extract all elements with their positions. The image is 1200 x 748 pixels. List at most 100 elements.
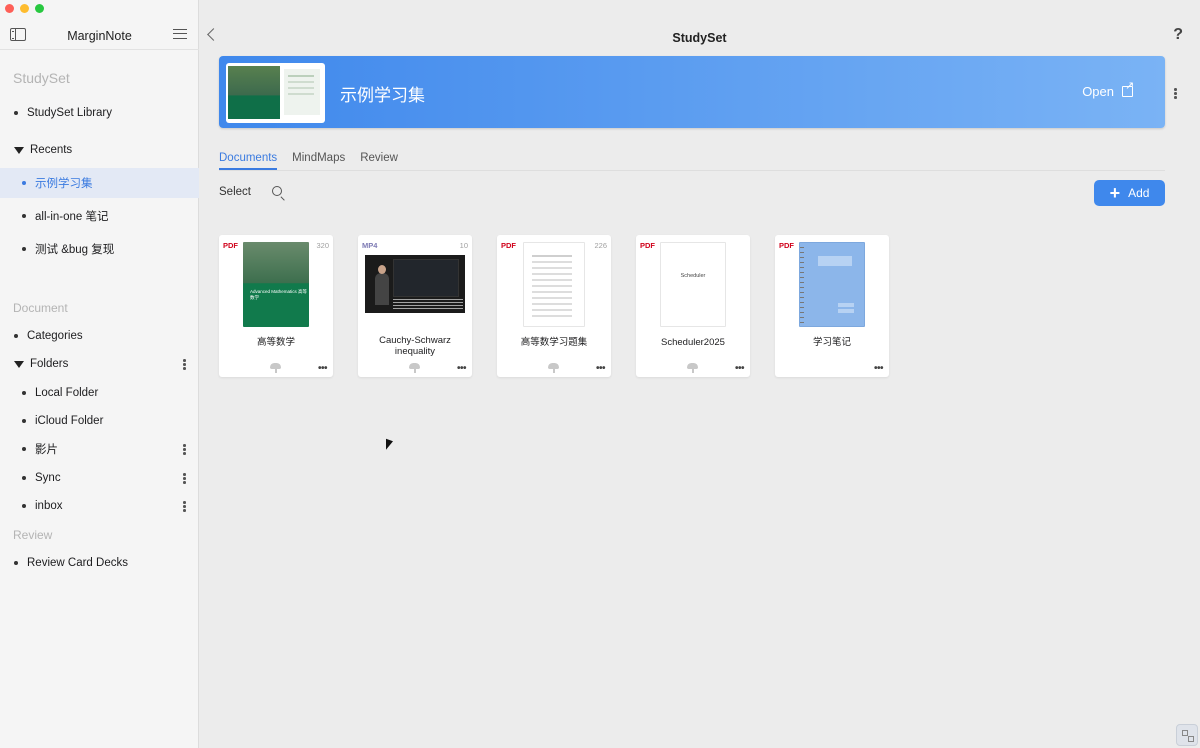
bullet-icon [22,419,26,423]
bullet-icon [14,334,18,338]
document-card[interactable]: PDF 学习笔记 ••• [775,235,889,377]
more-options-icon[interactable] [183,473,186,484]
sidebar-item-label: inbox [35,500,63,512]
tab-bar: Documents MindMaps Review [219,152,398,170]
more-options-icon[interactable] [183,444,186,455]
file-type-badge: PDF [501,241,516,250]
document-name: 高等数学 [256,337,295,348]
file-type-badge: MP4 [362,241,378,250]
disclosure-triangle-icon[interactable] [14,360,24,368]
document-card[interactable]: PDF 320 Advanced Mathematics 高等数学 高等数学 •… [219,235,333,377]
tab-mindmaps[interactable]: MindMaps [292,152,345,170]
sidebar: MarginNote StudySet StudySet Library Rec… [0,0,199,748]
more-options-icon[interactable] [183,501,186,512]
window-controls [5,4,44,13]
mouse-cursor-icon [386,438,393,453]
sidebar-item-label: Recents [30,144,73,156]
document-grid: PDF 320 Advanced Mathematics 高等数学 高等数学 •… [219,235,889,377]
plus-icon: + [1109,183,1121,203]
open-button[interactable]: Open [1082,79,1134,99]
sidebar-item-categories[interactable]: Categories [0,321,199,351]
minimize-window-button[interactable] [20,4,29,13]
sidebar-item-folder-0[interactable]: Local Folder [0,378,199,408]
add-button[interactable]: + Add [1094,180,1165,206]
sidebar-item-label: StudySet Library [27,107,113,119]
bullet-icon [22,391,26,395]
sidebar-item-label: all-in-one 笔记 [35,211,109,223]
external-link-icon [1122,79,1134,97]
app-title: MarginNote [67,29,132,43]
studyset-title: 示例学习集 [340,86,425,105]
sidebar-item-label: Folders [30,358,69,370]
page-count: 226 [594,241,607,250]
document-name: Cauchy-Schwarz inequality [379,335,451,358]
document-name: 高等数学习题集 [520,337,588,348]
studyset-thumbnail [226,63,325,123]
document-cover [799,242,865,327]
sidebar-item-label: 示例学习集 [35,178,93,190]
more-options-icon[interactable]: ••• [735,363,745,374]
sidebar-item-label: Sync [35,472,61,484]
search-icon[interactable] [272,186,282,196]
document-card[interactable]: PDF 226 高等数学习题集 ••• [497,235,611,377]
sidebar-item-folder-3[interactable]: Sync [0,463,199,493]
open-label: Open [1082,84,1114,99]
hamburger-menu-icon[interactable] [173,29,187,39]
add-label: Add [1128,186,1150,200]
document-card[interactable]: PDF Scheduler Scheduler2025 ••• [636,235,750,377]
file-type-badge: PDF [779,241,794,250]
tab-review[interactable]: Review [360,152,398,170]
document-card[interactable]: MP4 10 Cauchy-Schwarz inequality ••• [358,235,472,377]
document-name: 学习笔记 [812,337,851,348]
cloud-sync-icon [548,363,559,373]
page-count: 10 [459,241,468,250]
more-options-icon[interactable] [183,359,186,370]
sidebar-item-label: Local Folder [35,387,99,399]
bullet-icon [22,214,26,218]
bullet-icon [14,111,18,115]
section-header-document: Document [13,301,68,315]
more-options-icon[interactable]: ••• [596,363,606,374]
section-header-studyset: StudySet [13,70,70,86]
banner-more-options-icon[interactable] [1174,88,1177,100]
page-title: StudySet [672,31,727,45]
bullet-icon [14,561,18,565]
more-options-icon[interactable]: ••• [318,363,328,374]
file-type-badge: PDF [640,241,655,250]
bullet-icon [22,247,26,251]
sidebar-item-label: 影片 [35,444,58,456]
bullet-icon [22,476,26,480]
tab-documents[interactable]: Documents [219,152,278,170]
sidebar-item-recent-0[interactable]: 示例学习集 [0,168,199,198]
grid-view-icon[interactable] [1176,724,1198,746]
help-button[interactable]: ? [1173,26,1183,44]
video-thumbnail [365,255,465,313]
sidebar-item-label: Categories [27,330,83,342]
sidebar-item-review-card-decks[interactable]: Review Card Decks [0,548,199,578]
sidebar-item-recent-2[interactable]: 测试 &bug 复现 [0,234,199,264]
sidebar-item-folder-4[interactable]: inbox [0,491,199,521]
close-window-button[interactable] [5,4,14,13]
sidebar-group-folders[interactable]: Folders [0,349,199,379]
sidebar-item-folder-1[interactable]: iCloud Folder [0,406,199,436]
sidebar-item-folder-2[interactable]: 影片 [0,434,199,464]
document-cover [523,242,585,327]
disclosure-triangle-icon[interactable] [14,146,24,154]
select-button[interactable]: Select [219,186,251,198]
cloud-sync-icon [409,363,420,373]
sidebar-item-studyset-library[interactable]: StudySet Library [0,98,199,128]
cover-title: Scheduler [680,273,706,279]
more-options-icon[interactable]: ••• [874,363,884,374]
cloud-sync-icon [270,363,281,373]
document-cover: Scheduler [660,242,726,327]
bullet-icon [22,447,26,451]
app-window: MarginNote StudySet StudySet Library Rec… [0,0,1200,748]
sidebar-header: MarginNote [0,22,199,50]
studyset-banner[interactable]: 示例学习集 Open [219,56,1165,128]
page-count: 320 [316,241,329,250]
more-options-icon[interactable]: ••• [457,363,467,374]
sidebar-group-recents[interactable]: Recents [0,135,199,165]
sidebar-item-recent-1[interactable]: all-in-one 笔记 [0,201,199,231]
bullet-icon [22,504,26,508]
zoom-window-button[interactable] [35,4,44,13]
